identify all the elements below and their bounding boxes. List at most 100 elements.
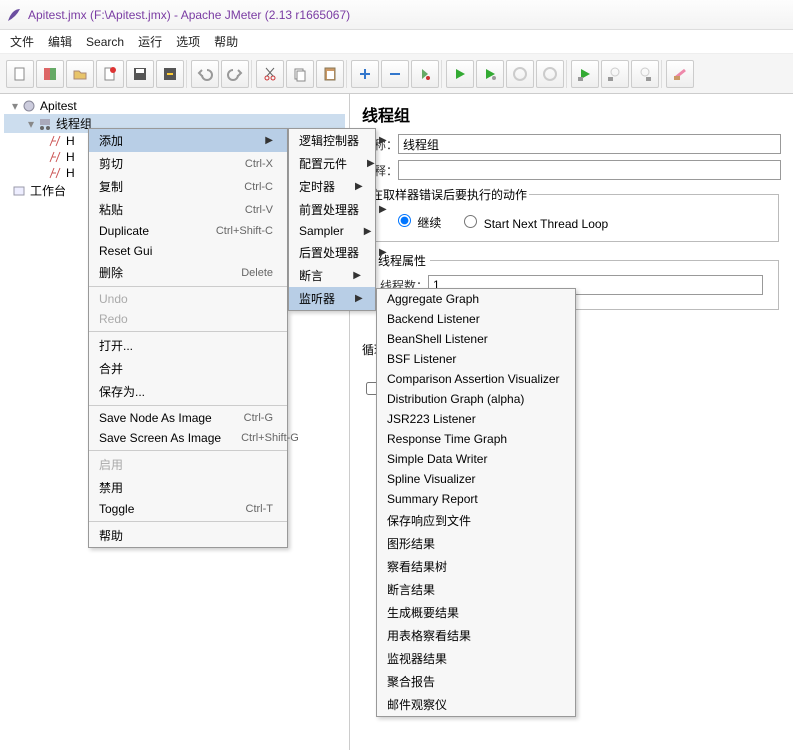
- tree-root-label: Apitest: [40, 99, 77, 113]
- ctx-listener-item-3[interactable]: BSF Listener: [377, 349, 575, 369]
- tree-http2-label: H: [66, 150, 75, 164]
- ctx-main-item-19[interactable]: 禁用: [89, 476, 287, 499]
- context-menu-main: 添加▶剪切Ctrl-X复制Ctrl-C粘贴Ctrl-VDuplicateCtrl…: [88, 128, 288, 548]
- ctx-add-item-7[interactable]: 监听器▶: [289, 287, 375, 310]
- remote-shutdown-button[interactable]: [631, 60, 659, 88]
- http-icon: [48, 166, 62, 180]
- radio-continue[interactable]: 继续: [393, 211, 441, 231]
- tree-root[interactable]: ▾ Apitest: [4, 98, 345, 114]
- ctx-main-item-22[interactable]: 帮助: [89, 524, 287, 547]
- menubar: 文件 编辑 Search 运行 选项 帮助: [0, 30, 793, 54]
- comment-input[interactable]: [398, 160, 781, 180]
- tree-http1-label: H: [66, 134, 75, 148]
- ctx-add-item-0[interactable]: 逻辑控制器▶: [289, 129, 375, 152]
- stop-button[interactable]: [506, 60, 534, 88]
- window-title: Apitest.jmx (F:\Apitest.jmx) - Apache JM…: [28, 8, 350, 22]
- undo-button[interactable]: [191, 60, 219, 88]
- ctx-add-item-4[interactable]: Sampler▶: [289, 221, 375, 241]
- ctx-listener-item-11[interactable]: 保存响应到文件: [377, 509, 575, 532]
- ctx-main-item-2[interactable]: 复制Ctrl-C: [89, 175, 287, 198]
- menu-edit[interactable]: 编辑: [48, 33, 72, 50]
- threadgroup-icon: [38, 117, 52, 131]
- ctx-listener-item-14[interactable]: 断言结果: [377, 578, 575, 601]
- ctx-listener-item-15[interactable]: 生成概要结果: [377, 601, 575, 624]
- start-button[interactable]: [446, 60, 474, 88]
- ctx-add-item-1[interactable]: 配置元件▶: [289, 152, 375, 175]
- titlebar: Apitest.jmx (F:\Apitest.jmx) - Apache JM…: [0, 0, 793, 30]
- ctx-listener-item-1[interactable]: Backend Listener: [377, 309, 575, 329]
- redo-button[interactable]: [221, 60, 249, 88]
- remote-start-button[interactable]: [571, 60, 599, 88]
- start-no-timers-button[interactable]: [476, 60, 504, 88]
- ctx-main-item-1[interactable]: 剪切Ctrl-X: [89, 152, 287, 175]
- ctx-main-item-20[interactable]: ToggleCtrl-T: [89, 499, 287, 519]
- expand-button[interactable]: [351, 60, 379, 88]
- paste-button[interactable]: [316, 60, 344, 88]
- shutdown-button[interactable]: [536, 60, 564, 88]
- ctx-main-item-4[interactable]: DuplicateCtrl+Shift-C: [89, 221, 287, 241]
- ctx-listener-item-9[interactable]: Spline Visualizer: [377, 469, 575, 489]
- menu-file[interactable]: 文件: [10, 33, 34, 50]
- http-icon: [48, 134, 62, 148]
- ctx-add-item-3[interactable]: 前置处理器▶: [289, 198, 375, 221]
- toggle-button[interactable]: [411, 60, 439, 88]
- workbench-icon: [12, 184, 26, 198]
- ctx-listener-item-2[interactable]: BeanShell Listener: [377, 329, 575, 349]
- tree-workbench-label: 工作台: [30, 182, 66, 199]
- ctx-listener-item-10[interactable]: Summary Report: [377, 489, 575, 509]
- name-input[interactable]: [398, 134, 781, 154]
- templates-button[interactable]: [36, 60, 64, 88]
- ctx-listener-item-18[interactable]: 聚合报告: [377, 670, 575, 693]
- collapse-button[interactable]: [381, 60, 409, 88]
- copy-button[interactable]: [286, 60, 314, 88]
- ctx-main-item-5[interactable]: Reset Gui: [89, 241, 287, 261]
- ctx-listener-item-6[interactable]: JSR223 Listener: [377, 409, 575, 429]
- ctx-listener-item-19[interactable]: 邮件观察仪: [377, 693, 575, 716]
- ctx-listener-item-13[interactable]: 察看结果树: [377, 555, 575, 578]
- toolbar: [0, 54, 793, 94]
- save-button[interactable]: [126, 60, 154, 88]
- ctx-listener-item-4[interactable]: Comparison Assertion Visualizer: [377, 369, 575, 389]
- ctx-main-item-15[interactable]: Save Node As ImageCtrl-G: [89, 408, 287, 428]
- ctx-listener-item-0[interactable]: Aggregate Graph: [377, 289, 575, 309]
- menu-help[interactable]: 帮助: [214, 33, 238, 50]
- ctx-add-item-6[interactable]: 断言▶: [289, 264, 375, 287]
- ctx-listener-item-12[interactable]: 图形结果: [377, 532, 575, 555]
- ctx-main-item-8: Undo: [89, 289, 287, 309]
- context-menu-listener: Aggregate GraphBackend ListenerBeanShell…: [376, 288, 576, 717]
- remote-stop-button[interactable]: [601, 60, 629, 88]
- ctx-listener-item-7[interactable]: Response Time Graph: [377, 429, 575, 449]
- ctx-listener-item-17[interactable]: 监视器结果: [377, 647, 575, 670]
- ctx-listener-item-16[interactable]: 用表格察看结果: [377, 624, 575, 647]
- ctx-listener-item-5[interactable]: Distribution Graph (alpha): [377, 389, 575, 409]
- save-as-button[interactable]: [156, 60, 184, 88]
- menu-run[interactable]: 运行: [138, 33, 162, 50]
- close-button[interactable]: [96, 60, 124, 88]
- ctx-listener-item-8[interactable]: Simple Data Writer: [377, 449, 575, 469]
- panel-title: 线程组: [362, 102, 781, 126]
- tree-threadgroup-label: 线程组: [56, 115, 92, 132]
- http-icon: [48, 150, 62, 164]
- cut-button[interactable]: [256, 60, 284, 88]
- radio-start-next[interactable]: Start Next Thread Loop: [459, 212, 608, 231]
- app-icon: [6, 7, 22, 23]
- clear-button[interactable]: [666, 60, 694, 88]
- ctx-add-item-5[interactable]: 后置处理器▶: [289, 241, 375, 264]
- open-button[interactable]: [66, 60, 94, 88]
- ctx-main-item-12[interactable]: 合并: [89, 357, 287, 380]
- ctx-main-item-16[interactable]: Save Screen As ImageCtrl+Shift-G: [89, 428, 287, 448]
- ctx-main-item-11[interactable]: 打开...: [89, 334, 287, 357]
- ctx-main-item-3[interactable]: 粘贴Ctrl-V: [89, 198, 287, 221]
- menu-search[interactable]: Search: [86, 35, 124, 49]
- ctx-add-item-2[interactable]: 定时器▶: [289, 175, 375, 198]
- sampler-error-label: 在取样器错误后要执行的动作: [369, 186, 529, 203]
- ctx-main-item-18: 启用: [89, 453, 287, 476]
- context-menu-add: 逻辑控制器▶配置元件▶定时器▶前置处理器▶Sampler▶后置处理器▶断言▶监听…: [288, 128, 376, 311]
- ctx-main-item-0[interactable]: 添加▶: [89, 129, 287, 152]
- ctx-main-item-6[interactable]: 删除Delete: [89, 261, 287, 284]
- tree-http3-label: H: [66, 166, 75, 180]
- menu-options[interactable]: 选项: [176, 33, 200, 50]
- ctx-main-item-13[interactable]: 保存为...: [89, 380, 287, 403]
- new-button[interactable]: [6, 60, 34, 88]
- ctx-main-item-9: Redo: [89, 309, 287, 329]
